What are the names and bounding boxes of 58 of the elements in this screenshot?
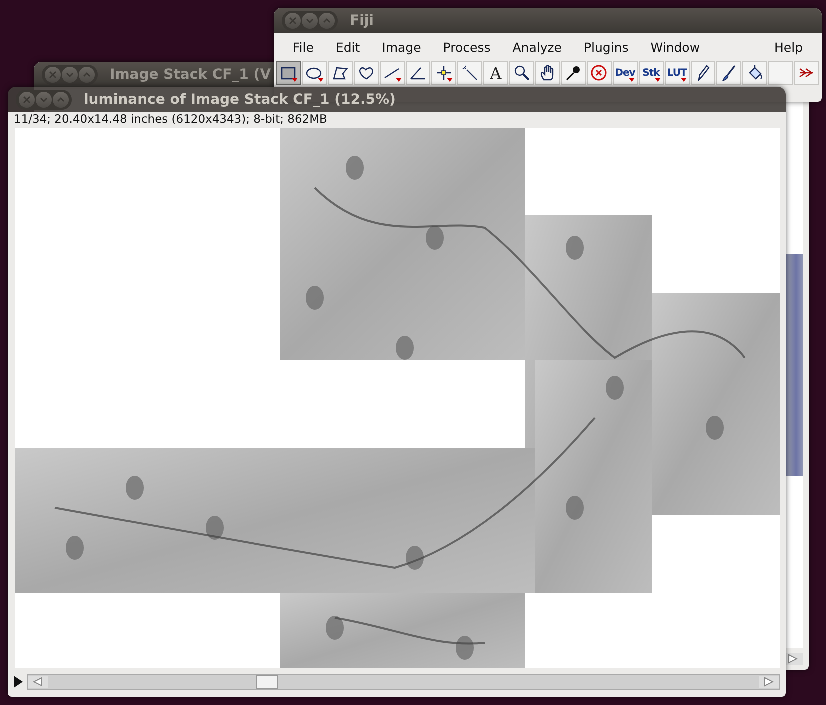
tool-button[interactable]	[509, 61, 534, 85]
tool-button[interactable]	[690, 61, 716, 85]
dropdown-triangle-icon	[318, 78, 324, 82]
menu-item[interactable]: Window	[640, 40, 712, 54]
dropper-icon	[564, 64, 582, 82]
dropdown-triangle-icon	[654, 78, 661, 82]
tool-button[interactable]	[276, 61, 301, 85]
tool-button[interactable]	[457, 61, 482, 85]
tool-button[interactable]	[380, 61, 405, 85]
window-title: Image Stack CF_1 (V	[110, 66, 272, 82]
menu-item[interactable]: Plugins	[572, 40, 640, 54]
minimize-icon	[306, 16, 314, 24]
close-icon	[23, 96, 31, 104]
scroll-right-icon[interactable]	[788, 654, 798, 664]
menu-item[interactable]: Process	[432, 40, 502, 54]
dropdown-triangle-icon	[292, 78, 298, 82]
maximize-icon	[57, 96, 65, 104]
tool-button[interactable]	[560, 61, 586, 85]
horizontal-scrollbar[interactable]	[27, 674, 780, 690]
window-title: Fiji	[350, 12, 374, 28]
tool-button[interactable]	[742, 61, 768, 85]
brush-icon	[720, 64, 738, 82]
minimize-icon	[66, 70, 74, 78]
maximize-icon	[83, 70, 91, 78]
tool-button[interactable]	[328, 61, 353, 85]
tool-button[interactable]	[406, 61, 430, 85]
play-icon[interactable]	[14, 676, 23, 688]
scroll-left-icon[interactable]	[33, 677, 43, 687]
tool-button[interactable]	[794, 61, 820, 85]
dropdown-triangle-icon	[628, 78, 635, 82]
scroll-right-icon[interactable]	[764, 677, 774, 687]
tool-button[interactable]	[354, 61, 379, 85]
close-icon	[289, 16, 297, 24]
magnifier-icon	[512, 64, 531, 82]
menu-item[interactable]: File	[282, 40, 325, 54]
tool-button[interactable]	[302, 61, 327, 85]
crosshair-icon	[434, 64, 453, 82]
stop-icon	[590, 64, 608, 82]
minimize-icon	[40, 96, 48, 104]
tool-button[interactable]	[535, 61, 560, 85]
tool-button[interactable]: LUT	[664, 61, 690, 85]
close-icon	[49, 70, 57, 78]
tool-button[interactable]: A	[483, 61, 508, 85]
maximize-icon	[323, 16, 331, 24]
menu-item[interactable]: Help	[764, 40, 814, 54]
wand-icon	[460, 64, 479, 82]
dropdown-triangle-icon	[447, 78, 454, 82]
tool-button[interactable]	[431, 61, 456, 85]
window-title: luminance of Image Stack CF_1 (12.5%)	[84, 92, 396, 108]
scrollbar-thumb[interactable]	[256, 675, 278, 689]
dropdown-triangle-icon	[396, 78, 402, 82]
menu-item[interactable]: Edit	[324, 40, 372, 54]
tool-button[interactable]: Dev	[612, 61, 638, 85]
menu-item[interactable]: Analyze	[502, 40, 573, 54]
menu-item[interactable]: Image	[371, 40, 432, 54]
tool-button[interactable]: Stk	[638, 61, 664, 85]
dropdown-triangle-icon	[680, 78, 686, 82]
tool-button[interactable]	[716, 61, 742, 85]
